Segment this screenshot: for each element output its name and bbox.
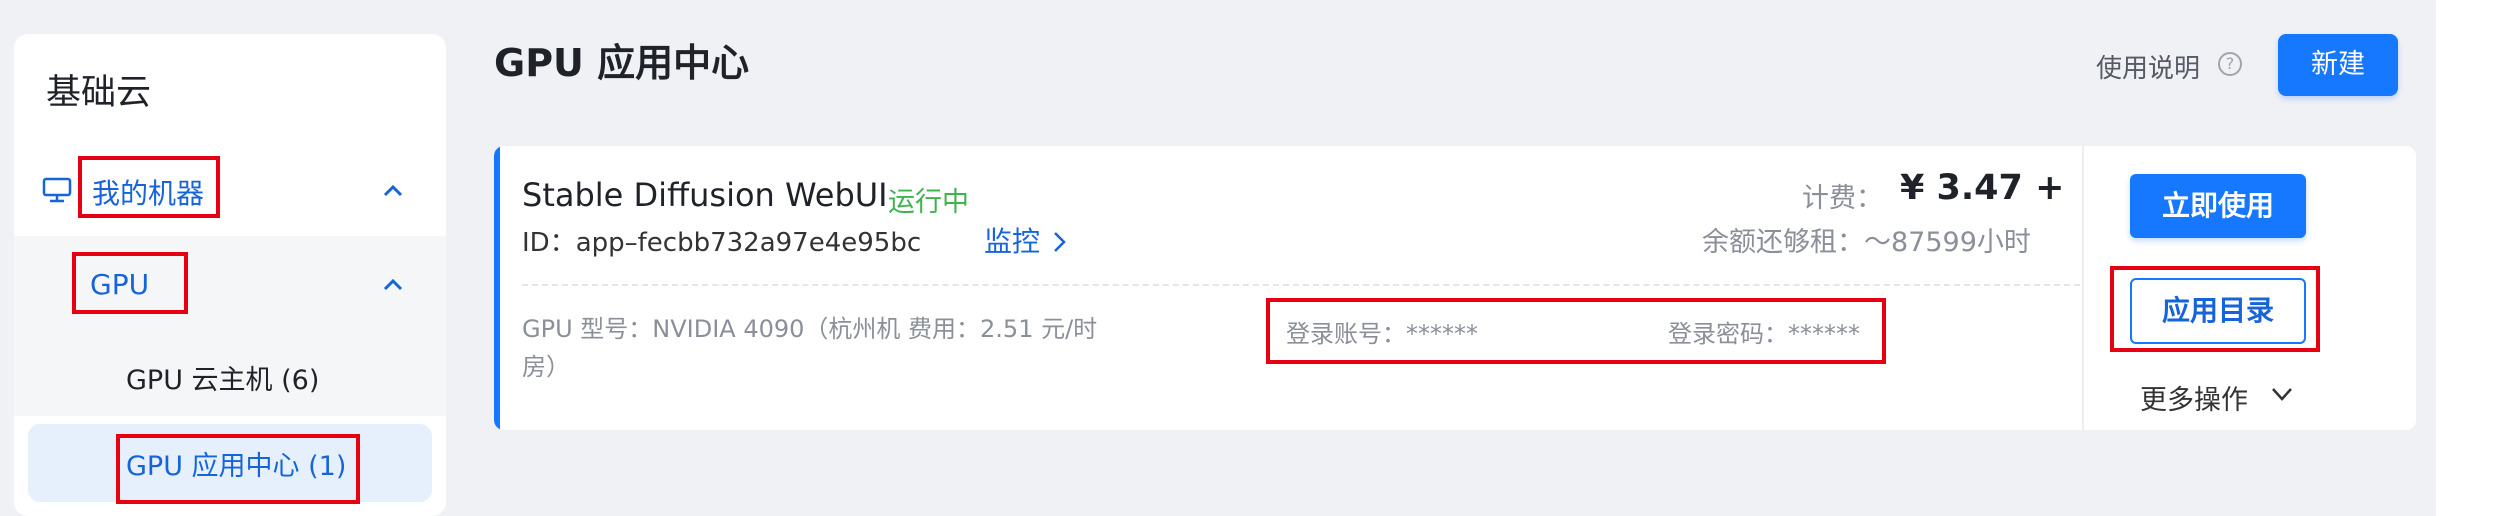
monitor-link[interactable]: 监控 — [984, 220, 1067, 260]
question-icon[interactable]: ? — [2218, 52, 2242, 76]
card-accent-bar — [494, 146, 500, 430]
help-link[interactable]: 使用说明 — [2096, 48, 2200, 85]
sidebar-item-label: GPU — [90, 268, 150, 301]
remaining-balance: 余额还够租：～87599小时 — [1702, 227, 2031, 258]
sidebar-item-label: 我的机器 — [92, 177, 205, 210]
price-value: ¥ 3.47 + — [1900, 168, 2065, 208]
chevron-down-icon[interactable] — [2270, 386, 2294, 402]
chevron-up-icon[interactable] — [382, 278, 404, 292]
gpu-spec: GPU 型号：NVIDIA 4090（杭州机 费用：2.51 元/时房） — [522, 315, 1098, 381]
sidebar: 基础云 我的机器 GPU GPU 云主机 (6) GPU 应用中心 (1) — [14, 34, 446, 516]
chevron-right-icon — [1054, 232, 1066, 252]
monitor-link-label: 监控 — [984, 225, 1041, 258]
sidebar-item-gpu-app-center[interactable]: GPU 应用中心 (1) — [28, 424, 432, 502]
price-label: 计费： — [1802, 183, 1883, 214]
right-margin — [2436, 0, 2520, 516]
app-id: ID：app–fecbb732a97e4e95bc — [522, 228, 922, 258]
sidebar-title: 基础云 — [46, 73, 152, 113]
vertical-divider — [2082, 146, 2084, 430]
sidebar-item-gpu[interactable]: GPU — [14, 236, 446, 332]
use-now-button[interactable]: 立即使用 — [2130, 174, 2306, 238]
more-actions[interactable]: 更多操作 — [2140, 378, 2248, 417]
login-password: 登录密码：****** — [1668, 320, 1860, 348]
sidebar-item-my-machines[interactable]: 我的机器 — [14, 144, 446, 238]
chevron-up-icon[interactable] — [382, 184, 404, 198]
monitor-icon — [42, 177, 72, 203]
dashed-divider — [522, 284, 2080, 286]
app-name: Stable Diffusion WebUI — [522, 176, 888, 214]
status-badge: 运行中 — [888, 187, 969, 218]
app-directory-button[interactable]: 应用目录 — [2130, 278, 2306, 344]
sidebar-item-label: GPU 云主机 (6) — [126, 365, 320, 396]
sidebar-item-label: GPU 应用中心 (1) — [126, 451, 347, 482]
new-button[interactable]: 新建 — [2278, 34, 2398, 96]
sidebar-item-gpu-hosts[interactable]: GPU 云主机 (6) — [14, 332, 446, 416]
login-account: 登录账号：****** — [1286, 320, 1478, 348]
app-card: Stable Diffusion WebUI 运行中 ID：app–fecbb7… — [494, 146, 2416, 430]
page-title: GPU 应用中心 — [494, 41, 750, 85]
